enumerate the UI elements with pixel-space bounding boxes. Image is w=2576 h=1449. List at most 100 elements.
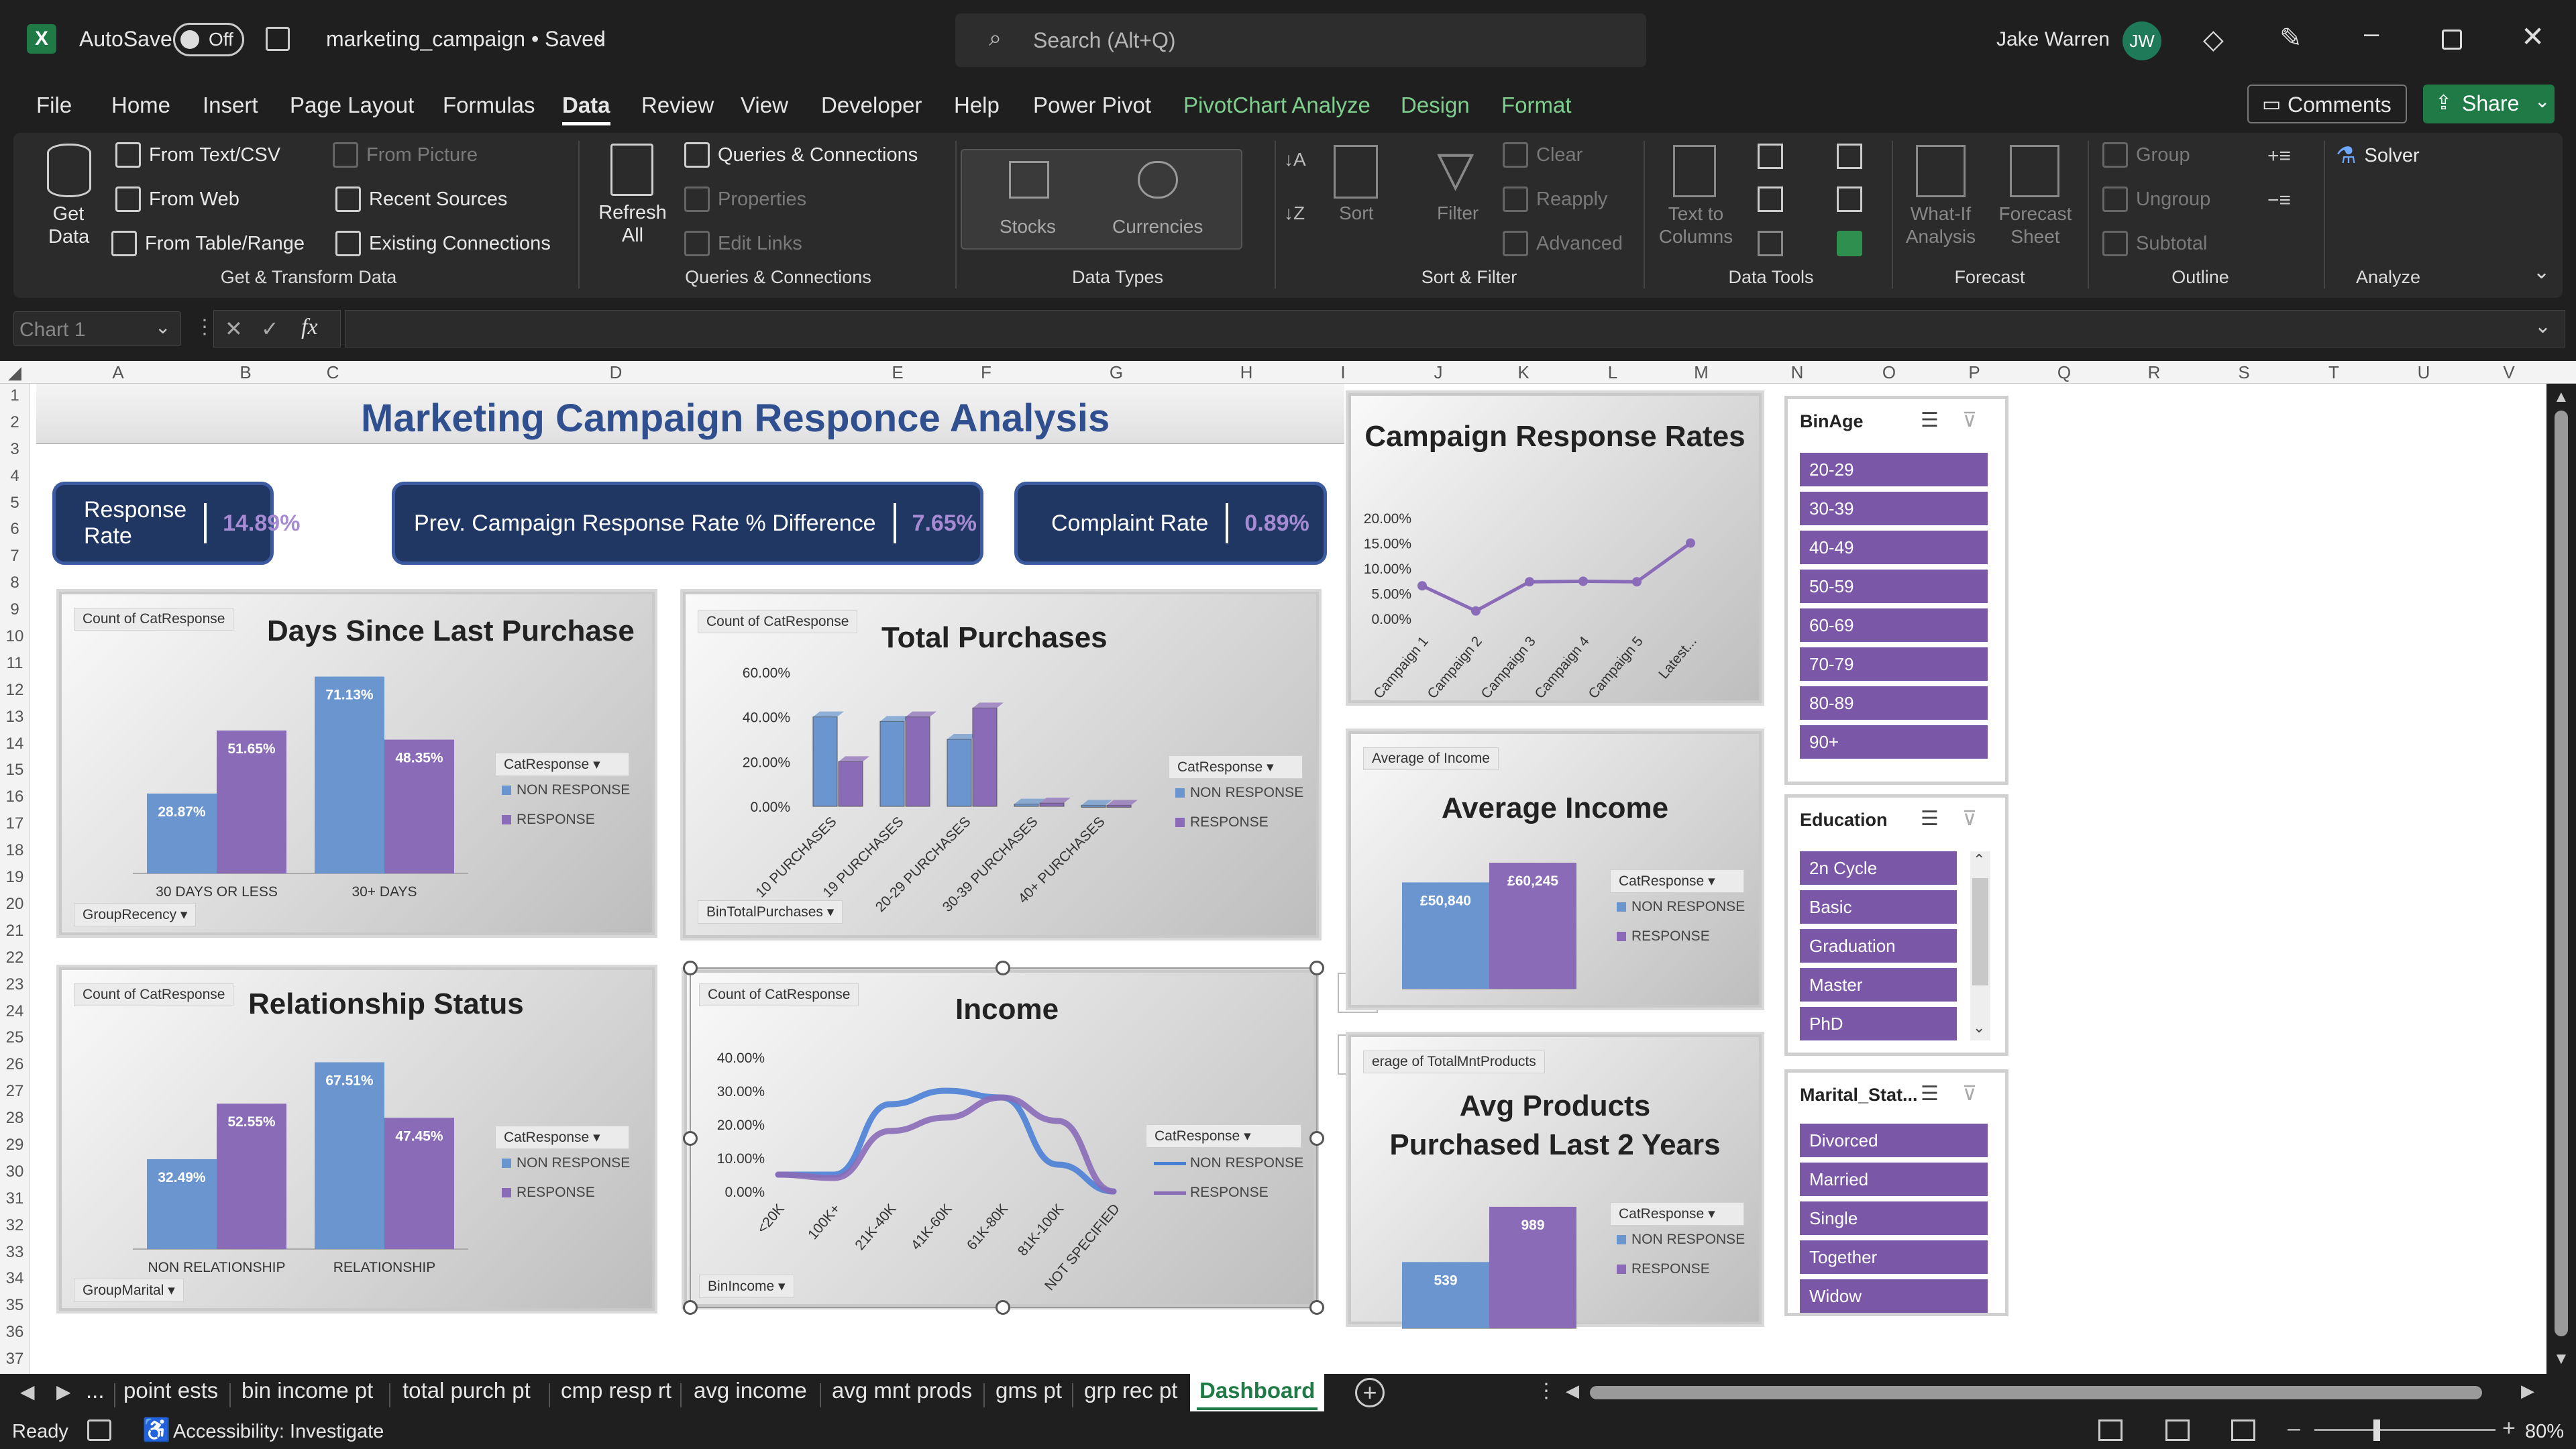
- legend-field-button[interactable]: CatResponse ▾: [495, 753, 629, 776]
- refresh-all-button[interactable]: Refresh All: [596, 201, 669, 247]
- vertical-scrollbar[interactable]: ▲ ▼: [2546, 384, 2576, 1374]
- forecast-sheet-button[interactable]: Forecast Sheet: [1996, 203, 2074, 248]
- slicer-item[interactable]: Single: [1800, 1201, 1988, 1235]
- row-header[interactable]: 2: [0, 413, 30, 440]
- hide-detail-icon[interactable]: −≡: [2267, 189, 2291, 212]
- axis-field-button[interactable]: GroupMarital ▾: [74, 1279, 184, 1302]
- insert-function-icon[interactable]: fx: [301, 315, 318, 340]
- income-chart[interactable]: Count of CatResponse Income 40.00% 30.00%…: [682, 967, 1319, 1309]
- sheet-tab-gms-pt[interactable]: gms pt: [996, 1378, 1062, 1403]
- slicer-item[interactable]: 20-29: [1800, 453, 1988, 486]
- row-header[interactable]: 24: [0, 1002, 30, 1029]
- column-header[interactable]: J: [1398, 361, 1479, 384]
- slicer-item[interactable]: Widow: [1800, 1279, 1988, 1313]
- menu-data[interactable]: Data: [562, 93, 610, 118]
- slicer-item[interactable]: 60-69: [1800, 608, 1988, 642]
- resize-handle[interactable]: [1309, 1131, 1324, 1146]
- prev-sheet-icon[interactable]: ◀: [20, 1381, 35, 1403]
- column-header[interactable]: B: [207, 361, 284, 384]
- column-header[interactable]: F: [945, 361, 1028, 384]
- relationship-status-chart[interactable]: Count of CatResponse Relationship Status…: [56, 965, 657, 1313]
- slicer-item[interactable]: 80-89: [1800, 686, 1988, 720]
- resize-handle[interactable]: [996, 1300, 1010, 1315]
- sheet-tab-cmp-resp-rt[interactable]: cmp resp rt: [561, 1378, 672, 1403]
- slicer-item[interactable]: Married: [1800, 1163, 1988, 1196]
- slicer-item[interactable]: 40-49: [1800, 531, 1988, 564]
- column-header[interactable]: D: [381, 361, 851, 384]
- solver-button[interactable]: ⚗ Solver: [2336, 142, 2420, 169]
- average-income-chart[interactable]: Average of Income Average Income £50,840…: [1346, 729, 1764, 1010]
- data-model-icon[interactable]: [1837, 231, 1862, 256]
- menu-review[interactable]: Review: [641, 93, 714, 118]
- resize-handle[interactable]: [683, 1131, 698, 1146]
- legend-field-button[interactable]: CatResponse ▾: [495, 1126, 629, 1149]
- advanced-button[interactable]: Advanced: [1503, 231, 1623, 256]
- row-header[interactable]: 13: [0, 708, 30, 735]
- remove-duplicates-icon[interactable]: [1758, 186, 1783, 212]
- row-header[interactable]: 37: [0, 1350, 30, 1374]
- row-header[interactable]: 27: [0, 1082, 30, 1109]
- row-header[interactable]: 29: [0, 1136, 30, 1163]
- menu-home[interactable]: Home: [111, 93, 170, 118]
- row-header[interactable]: 25: [0, 1028, 30, 1055]
- data-validation-icon[interactable]: [1758, 231, 1783, 256]
- multi-select-icon[interactable]: ☰: [1921, 807, 1939, 830]
- slicer-item[interactable]: 50-59: [1800, 570, 1988, 603]
- education-slicer[interactable]: Education ☰ ⊽ 2n Cycle Basic Graduation …: [1784, 794, 2008, 1056]
- row-header[interactable]: 4: [0, 467, 30, 494]
- what-if-analysis-button[interactable]: What-If Analysis: [1904, 203, 1978, 248]
- row-header[interactable]: 17: [0, 814, 30, 841]
- column-header[interactable]: E: [851, 361, 945, 384]
- row-header[interactable]: 15: [0, 761, 30, 788]
- marital-status-slicer[interactable]: Marital_Stat... ☰ ⊽ Divorced Married Sin…: [1784, 1069, 2008, 1316]
- multi-select-icon[interactable]: ☰: [1921, 1082, 1939, 1106]
- page-layout-view-icon[interactable]: [2165, 1419, 2190, 1441]
- row-header[interactable]: 28: [0, 1109, 30, 1136]
- sheet-tab-point-ests[interactable]: point ests: [123, 1378, 218, 1403]
- column-header[interactable]: G: [1028, 361, 1205, 384]
- resize-handle[interactable]: [1309, 961, 1324, 975]
- clear-filter-icon[interactable]: ⊽: [1962, 1082, 1977, 1106]
- chevron-down-icon[interactable]: ⌄: [592, 24, 608, 48]
- slicer-item[interactable]: Master: [1800, 968, 1957, 1002]
- resize-handle[interactable]: [683, 961, 698, 975]
- relationships-icon[interactable]: [1837, 186, 1862, 212]
- sheet-tab-total-purch-pt[interactable]: total purch pt: [402, 1378, 531, 1403]
- column-header[interactable]: S: [2199, 361, 2289, 384]
- row-header[interactable]: 21: [0, 922, 30, 949]
- queries-connections-button[interactable]: Queries & Connections: [684, 142, 918, 168]
- slicer-item[interactable]: Together: [1800, 1240, 1988, 1274]
- row-header[interactable]: 16: [0, 788, 30, 814]
- next-sheet-icon[interactable]: ▶: [56, 1381, 71, 1403]
- accessibility-icon[interactable]: ♿: [142, 1417, 170, 1444]
- column-header[interactable]: T: [2289, 361, 2379, 384]
- edit-links-button[interactable]: Edit Links: [684, 231, 802, 256]
- zoom-out-icon[interactable]: –: [2288, 1415, 2300, 1442]
- get-data-button[interactable]: Get Data: [48, 203, 89, 248]
- scroll-down-icon[interactable]: ▼: [2553, 1350, 2569, 1368]
- row-header[interactable]: 32: [0, 1216, 30, 1243]
- slicer-scrollbar[interactable]: ⌃ ⌄: [1970, 851, 1990, 1040]
- row-header[interactable]: 12: [0, 681, 30, 708]
- group-button[interactable]: Group: [2102, 142, 2190, 168]
- column-header[interactable]: U: [2379, 361, 2469, 384]
- zoom-slider-track[interactable]: [2314, 1429, 2496, 1431]
- slicer-item[interactable]: 70-79: [1800, 647, 1988, 681]
- select-all-corner[interactable]: ◢: [0, 361, 30, 384]
- from-web-button[interactable]: From Web: [115, 186, 239, 212]
- sort-az-icon[interactable]: ↓A: [1284, 149, 1306, 170]
- row-header[interactable]: 1: [0, 386, 30, 413]
- search-box[interactable]: ⌕ Search (Alt+Q): [955, 13, 1646, 67]
- text-to-columns-button[interactable]: Text to Columns: [1654, 203, 1737, 248]
- total-purchases-chart[interactable]: Count of CatResponse Total Purchases 60.…: [680, 589, 1322, 941]
- row-header[interactable]: 35: [0, 1296, 30, 1323]
- zoom-slider-thumb[interactable]: [2373, 1419, 2380, 1441]
- slicer-item[interactable]: Divorced: [1800, 1124, 1988, 1157]
- name-box[interactable]: Chart 1 ⌄: [13, 311, 181, 346]
- column-header[interactable]: R: [2109, 361, 2199, 384]
- scroll-down-icon[interactable]: ⌄: [1973, 1019, 1985, 1036]
- column-header[interactable]: K: [1479, 361, 1568, 384]
- avg-products-chart[interactable]: erage of TotalMntProducts Avg Products P…: [1346, 1032, 1764, 1329]
- row-header[interactable]: 22: [0, 949, 30, 975]
- autosave-toggle[interactable]: Off: [173, 23, 244, 56]
